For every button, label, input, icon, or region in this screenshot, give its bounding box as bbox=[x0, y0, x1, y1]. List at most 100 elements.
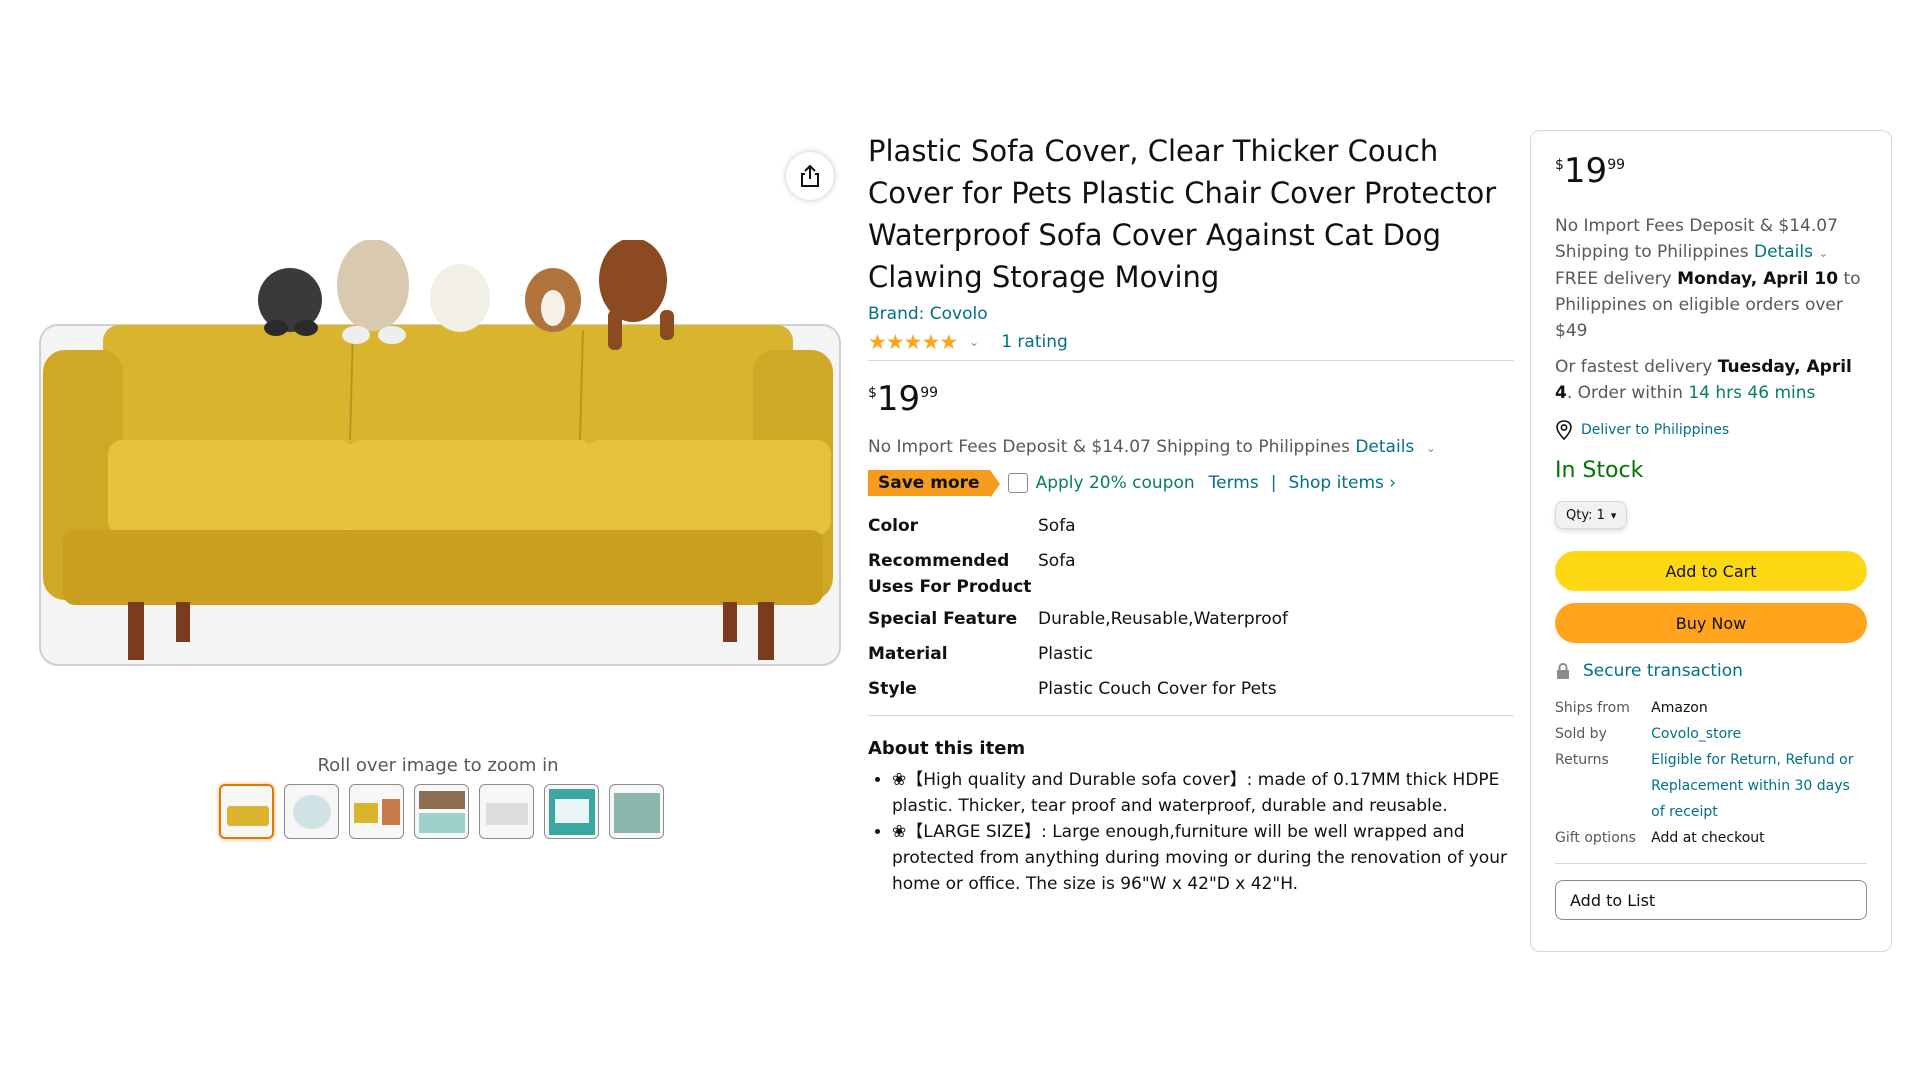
divider bbox=[868, 715, 1514, 716]
free-delivery-date: Monday, April 10 bbox=[1677, 269, 1839, 289]
quantity-select[interactable]: Qty: 1 ▾ bbox=[1555, 501, 1628, 529]
image-gallery: Roll over image to zoom in bbox=[28, 150, 848, 850]
secure-label: Secure transaction bbox=[1583, 661, 1743, 681]
order-within-prefix: . Order within bbox=[1566, 383, 1683, 403]
coupon-label[interactable]: Apply 20% coupon bbox=[1036, 473, 1195, 493]
fees-details-link[interactable]: Details bbox=[1754, 242, 1813, 262]
share-button[interactable] bbox=[786, 152, 834, 200]
terms-link[interactable]: Terms bbox=[1209, 473, 1259, 493]
spec-value: Sofa bbox=[1038, 516, 1076, 536]
dog-4 bbox=[525, 268, 581, 332]
spec-value: Durable,Reusable,Waterproof bbox=[1038, 609, 1289, 629]
thumbnail-7[interactable] bbox=[609, 784, 664, 839]
rating-row: ★ ★ ★ ★ ★ ⌄ 1 rating bbox=[868, 330, 1514, 354]
deliver-to-link[interactable]: Deliver to Philippines bbox=[1555, 420, 1867, 440]
star-icon: ★ bbox=[903, 329, 923, 354]
star-icon: ★ bbox=[939, 329, 958, 354]
info-row: Returns Eligible for Return, Refund or R… bbox=[1555, 747, 1867, 825]
coupon-row: Save more Apply 20% coupon Terms | Shop … bbox=[868, 469, 1514, 498]
info-row: Sold by Covolo_store bbox=[1555, 721, 1867, 747]
info-key: Sold by bbox=[1555, 726, 1607, 742]
info-value: Add at checkout bbox=[1651, 830, 1765, 846]
info-key: Ships from bbox=[1555, 700, 1630, 716]
spec-key: Material bbox=[868, 644, 948, 664]
chevron-down-icon[interactable]: ⌄ bbox=[1818, 246, 1828, 260]
star-rating[interactable]: ★ ★ ★ ★ ★ bbox=[868, 329, 958, 354]
thumbnail-5[interactable] bbox=[479, 784, 534, 839]
coupon-checkbox[interactable] bbox=[1007, 473, 1028, 493]
spec-key: Color bbox=[868, 516, 919, 536]
thumbnail-3[interactable] bbox=[349, 784, 404, 839]
buy-now-button[interactable]: Buy Now bbox=[1555, 603, 1867, 643]
fastest-prefix: Or fastest delivery bbox=[1555, 357, 1713, 377]
about-list: ❀【High quality and Durable sofa cover】: … bbox=[868, 767, 1514, 897]
qty-label: Qty: 1 bbox=[1566, 507, 1605, 523]
add-to-cart-button[interactable]: Add to Cart bbox=[1555, 551, 1867, 591]
share-icon bbox=[801, 164, 819, 187]
about-heading: About this item bbox=[868, 738, 1026, 759]
import-fees: No Import Fees Deposit & $14.07 Shipping… bbox=[868, 437, 1514, 457]
spec-row: Style Plastic Couch Cover for Pets bbox=[868, 676, 1514, 711]
order-within-time: 14 hrs 46 mins bbox=[1688, 383, 1816, 403]
info-key: Returns bbox=[1555, 752, 1609, 768]
info-row: Ships from Amazon bbox=[1555, 695, 1867, 721]
spec-row: Color Sofa bbox=[868, 513, 1514, 548]
seller-link[interactable]: Covolo_store bbox=[1651, 721, 1867, 747]
chevron-down-icon[interactable]: ⌄ bbox=[1426, 441, 1436, 455]
main-product-image[interactable] bbox=[28, 240, 848, 680]
link-separator: | bbox=[1270, 473, 1277, 493]
shop-items-link[interactable]: Shop items › bbox=[1288, 473, 1396, 493]
spec-key: Recommended Uses For Product bbox=[868, 551, 1032, 597]
spec-value: Sofa bbox=[1038, 551, 1076, 571]
save-more-badge: Save more bbox=[868, 470, 1000, 498]
price-symbol: $ bbox=[1555, 157, 1564, 173]
fastest-delivery: Or fastest delivery Tuesday, April 4. Or… bbox=[1555, 354, 1867, 406]
secure-transaction-link[interactable]: Secure transaction bbox=[1555, 661, 1867, 681]
star-icon: ★ bbox=[885, 329, 905, 354]
spec-row: Special Feature Durable,Reusable,Waterpr… bbox=[868, 606, 1514, 641]
about-bullet: ❀【LARGE SIZE】: Large enough,furniture wi… bbox=[892, 819, 1514, 897]
price-fraction: 99 bbox=[1607, 157, 1626, 173]
thumbnail-2[interactable] bbox=[284, 784, 339, 839]
spec-value: Plastic bbox=[1038, 644, 1093, 664]
lock-icon bbox=[1557, 662, 1569, 679]
thumbnail-strip bbox=[219, 784, 664, 839]
returns-link[interactable]: Eligible for Return, Refund or Replaceme… bbox=[1651, 747, 1867, 825]
thumbnail-1[interactable] bbox=[219, 784, 274, 839]
spec-row: Recommended Uses For Product Sofa bbox=[868, 548, 1514, 600]
star-icon: ★ bbox=[921, 329, 940, 354]
star-icon: ★ bbox=[868, 329, 887, 354]
price: $ 19 99 bbox=[868, 379, 1514, 419]
about-bullet: ❀【High quality and Durable sofa cover】: … bbox=[892, 767, 1514, 819]
free-delivery-prefix: FREE delivery bbox=[1555, 269, 1672, 289]
spec-key: Special Feature bbox=[868, 609, 1018, 629]
spec-key: Style bbox=[868, 679, 917, 699]
add-to-list-button[interactable]: Add to List bbox=[1555, 880, 1867, 920]
info-value: Amazon bbox=[1651, 700, 1708, 716]
product-info: Plastic Sofa Cover, Clear Thicker Couch … bbox=[868, 130, 1514, 897]
location-pin-icon bbox=[1556, 420, 1572, 440]
dog-3 bbox=[430, 264, 490, 332]
stock-status: In Stock bbox=[1555, 458, 1644, 483]
chevron-down-icon: ▾ bbox=[1610, 508, 1617, 522]
zoom-hint: Roll over image to zoom in bbox=[317, 755, 559, 776]
dog-1 bbox=[258, 268, 322, 336]
fees-details-link[interactable]: Details bbox=[1355, 437, 1414, 457]
brand-link[interactable]: Brand: Covolo bbox=[868, 304, 1514, 324]
price-symbol: $ bbox=[868, 385, 877, 401]
spec-value: Plastic Couch Cover for Pets bbox=[1038, 679, 1277, 699]
thumbnail-4[interactable] bbox=[414, 784, 469, 839]
buybox-delivery-info: No Import Fees Deposit & $14.07 Shipping… bbox=[1555, 213, 1867, 344]
thumbnail-6[interactable] bbox=[544, 784, 599, 839]
product-title: Plastic Sofa Cover, Clear Thicker Couch … bbox=[868, 134, 1497, 294]
seller-info: Ships from Amazon Sold by Covolo_store R… bbox=[1555, 695, 1867, 851]
rating-count-link[interactable]: 1 rating bbox=[1001, 332, 1068, 352]
info-row: Gift options Add at checkout bbox=[1555, 825, 1867, 851]
spec-table: Color Sofa Recommended Uses For Product … bbox=[868, 513, 1514, 711]
buybox-price: $ 19 99 bbox=[1555, 151, 1867, 191]
price-fraction: 99 bbox=[920, 385, 939, 401]
chevron-down-icon[interactable]: ⌄ bbox=[969, 335, 979, 349]
price-whole: 19 bbox=[1563, 151, 1608, 191]
fees-text: No Import Fees Deposit & $14.07 Shipping… bbox=[868, 437, 1350, 457]
buy-box: $ 19 99 No Import Fees Deposit & $14.07 … bbox=[1530, 130, 1892, 952]
